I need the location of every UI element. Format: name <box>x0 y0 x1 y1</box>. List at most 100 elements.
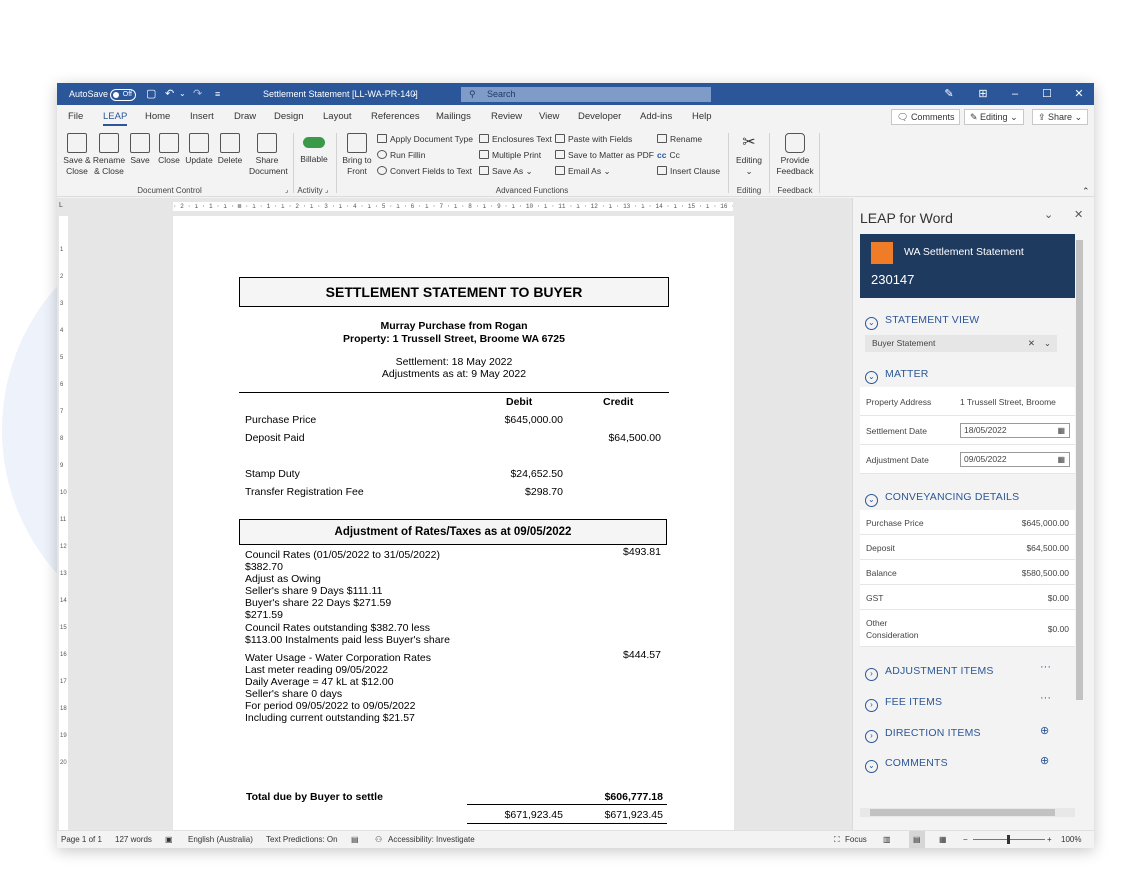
tab-design[interactable]: Design <box>274 105 304 129</box>
tab-review[interactable]: Review <box>491 105 522 129</box>
save-to-matter-pdf-button[interactable]: Save to Matter as PDF <box>555 148 654 162</box>
proofing-icon[interactable]: ▣ <box>165 831 173 848</box>
rename-close-button[interactable]: Rename & Close <box>92 133 126 177</box>
undo-dropdown-icon[interactable]: ⌄ <box>179 83 186 105</box>
tab-addins[interactable]: Add-ins <box>640 105 672 129</box>
statement-view-section[interactable]: ⌄ STATEMENT VIEW <box>865 314 979 330</box>
share-button[interactable]: ⇪ Share ⌄ <box>1032 109 1089 125</box>
paste-with-fields-button[interactable]: Paste with Fields <box>555 132 632 146</box>
title-dropdown-icon[interactable]: ⌄ <box>411 83 418 105</box>
multiple-print-button[interactable]: Multiple Print <box>479 148 541 162</box>
tab-file[interactable]: File <box>68 105 83 129</box>
enclosures-text-button[interactable]: Enclosures Text <box>479 132 552 146</box>
chevron-down-icon[interactable]: ⌄ <box>1044 335 1051 352</box>
editing-mode-button[interactable]: ✎ Editing ⌄ <box>964 109 1024 125</box>
undo-icon[interactable]: ↶ <box>165 83 174 105</box>
tab-leap[interactable]: LEAP <box>103 105 128 129</box>
convert-fields-button[interactable]: Convert Fields to Text <box>377 164 472 178</box>
tab-home[interactable]: Home <box>145 105 170 129</box>
comments-section[interactable]: ⌄ COMMENTS <box>865 757 948 773</box>
settlement-date-input[interactable]: 18/05/2022 ▦ <box>960 423 1070 438</box>
search-box[interactable]: ⚲ Search <box>461 87 711 102</box>
rename-button[interactable]: Rename <box>657 132 702 146</box>
fee-items-section[interactable]: › FEE ITEMS <box>865 696 942 712</box>
conveyancing-details-section[interactable]: ⌄ CONVEYANCING DETAILS <box>865 491 1019 507</box>
more-options-icon[interactable]: ··· <box>1040 661 1051 673</box>
adjustment-date-input[interactable]: 09/05/2022 ▦ <box>960 452 1070 467</box>
insert-clause-button[interactable]: Insert Clause <box>657 164 720 178</box>
zoom-slider-handle[interactable] <box>1007 835 1010 844</box>
apply-document-type-button[interactable]: Apply Document Type <box>377 132 473 146</box>
adjustment-items-section[interactable]: › ADJUSTMENT ITEMS <box>865 665 994 681</box>
zoom-level[interactable]: 100% <box>1061 831 1081 848</box>
billable-toggle[interactable]: Billable <box>297 137 331 165</box>
save-button[interactable]: Save <box>128 133 152 166</box>
vertical-ruler[interactable]: 1 2 3 4 5 6 7 8 9 10 11 12 13 14 15 16 17 18 19 20 <box>59 216 68 830</box>
update-button[interactable]: Update <box>184 133 214 166</box>
pane-options-icon[interactable]: ⌄ <box>1044 208 1053 221</box>
read-mode-icon[interactable]: ▥ <box>883 831 891 848</box>
close-button[interactable]: Close <box>156 133 182 166</box>
word-count[interactable]: 127 words <box>115 831 152 848</box>
text-predictions[interactable]: Text Predictions: On <box>266 831 338 848</box>
customize-qat-icon[interactable]: ≡ <box>215 83 220 105</box>
calendar-icon[interactable]: ▦ <box>1057 453 1065 466</box>
close-icon[interactable]: ✕ <box>1063 83 1094 105</box>
comments-button[interactable]: 🗨 Comments <box>891 109 961 125</box>
minimize-icon[interactable]: – <box>999 83 1031 105</box>
collapse-ribbon-icon[interactable]: ⌃ <box>1082 186 1090 197</box>
tab-layout[interactable]: Layout <box>323 105 352 129</box>
print-layout-icon[interactable]: ▤ <box>909 831 925 848</box>
maximize-icon[interactable]: ☐ <box>1031 83 1063 105</box>
horizontal-ruler[interactable]: · 2 · ı · 1 · ı · ⊠ · ı · 1 · ı · 2 · ı … <box>173 202 733 211</box>
clear-icon[interactable]: ✕ <box>1028 335 1035 352</box>
cc-button[interactable]: cc Cc <box>657 148 680 162</box>
dialog-launcher-icon[interactable]: ⌟ <box>285 186 288 194</box>
delete-button[interactable]: Delete <box>215 133 245 166</box>
scrollbar-thumb[interactable] <box>870 809 1055 816</box>
language[interactable]: English (Australia) <box>188 831 253 848</box>
run-fillin-button[interactable]: Run Fillin <box>377 148 425 162</box>
tab-view[interactable]: View <box>539 105 559 129</box>
autosave-toggle[interactable]: Off <box>110 83 136 105</box>
bring-to-front-button[interactable]: Bring to Front <box>340 133 374 177</box>
tab-selector-icon[interactable]: L <box>59 202 63 209</box>
save-close-button[interactable]: Save & Close <box>60 133 94 177</box>
tab-draw[interactable]: Draw <box>234 105 256 129</box>
direction-items-section[interactable]: › DIRECTION ITEMS <box>865 727 981 743</box>
calendar-icon[interactable]: ▦ <box>1057 424 1065 437</box>
document-page[interactable]: SETTLEMENT STATEMENT TO BUYER Murray Pur… <box>173 216 734 830</box>
page-count[interactable]: Page 1 of 1 <box>61 831 102 848</box>
pane-close-icon[interactable]: ✕ <box>1074 208 1083 221</box>
web-layout-icon[interactable]: ▦ <box>939 831 947 848</box>
more-options-icon[interactable]: ··· <box>1040 692 1051 704</box>
pane-vertical-scrollbar[interactable] <box>1075 234 1084 806</box>
dialog-launcher-icon[interactable]: ⌟ <box>325 186 328 194</box>
macro-icon[interactable]: ▤ <box>351 831 359 848</box>
statement-view-select[interactable]: Buyer Statement ✕ ⌄ <box>865 335 1057 352</box>
scrollbar-thumb[interactable] <box>1076 240 1083 700</box>
editing-button[interactable]: ✂ Editing ⌄ <box>732 133 766 177</box>
focus-mode-button[interactable]: Focus <box>845 831 867 848</box>
provide-feedback-button[interactable]: Provide Feedback <box>773 133 817 177</box>
pen-icon[interactable]: ✎ <box>933 83 965 105</box>
document-title[interactable]: Settlement Statement [LL-WA-PR-140] <box>263 83 418 105</box>
add-icon[interactable]: ⊕ <box>1040 754 1049 767</box>
save-icon[interactable]: ▢ <box>146 83 156 105</box>
redo-icon[interactable]: ↷ <box>193 83 202 105</box>
zoom-out-icon[interactable]: − <box>963 831 968 848</box>
share-document-button[interactable]: Share Document <box>249 133 288 177</box>
accessibility-status[interactable]: Accessibility: Investigate <box>388 831 475 848</box>
zoom-in-icon[interactable]: + <box>1047 831 1052 848</box>
add-icon[interactable]: ⊕ <box>1040 724 1049 737</box>
tab-references[interactable]: References <box>371 105 420 129</box>
ribbon-display-icon[interactable]: ⊞ <box>967 83 999 105</box>
tab-help[interactable]: Help <box>692 105 712 129</box>
email-as-button[interactable]: Email As ⌄ <box>555 164 611 178</box>
matter-section[interactable]: ⌄ MATTER <box>865 368 929 384</box>
save-as-button[interactable]: Save As ⌄ <box>479 164 533 178</box>
tab-mailings[interactable]: Mailings <box>436 105 471 129</box>
tab-insert[interactable]: Insert <box>190 105 214 129</box>
pane-horizontal-scrollbar[interactable] <box>860 808 1075 817</box>
tab-developer[interactable]: Developer <box>578 105 621 129</box>
